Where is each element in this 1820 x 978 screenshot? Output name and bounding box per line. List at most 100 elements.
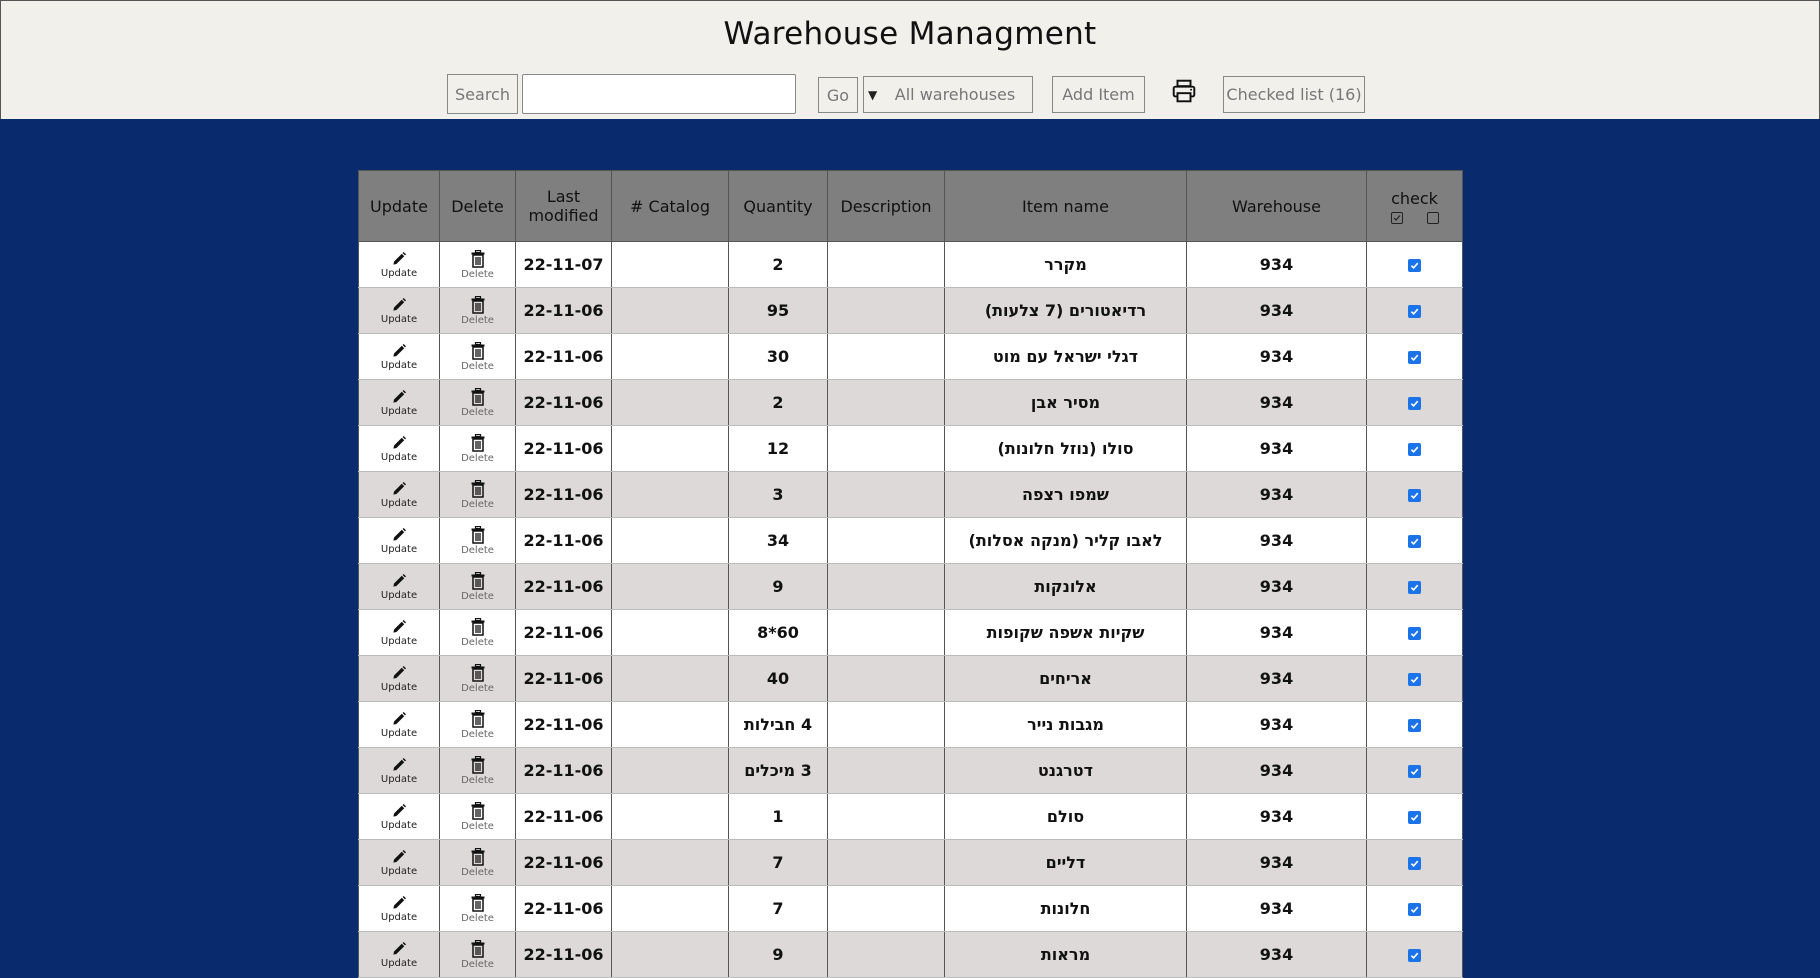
update-button[interactable]: Update: [359, 343, 439, 371]
warehouse-cell: 934: [1186, 609, 1367, 656]
uncheck-all-checkbox[interactable]: [1426, 211, 1439, 224]
row-checkbox[interactable]: [1408, 857, 1421, 870]
pencil-icon: [390, 849, 408, 865]
delete-button[interactable]: Delete: [440, 525, 515, 556]
delete-button[interactable]: Delete: [440, 709, 515, 740]
row-checkbox[interactable]: [1408, 397, 1421, 410]
update-button[interactable]: Update: [359, 435, 439, 463]
pencil-icon: [390, 665, 408, 681]
row-checkbox[interactable]: [1408, 627, 1421, 640]
search-button[interactable]: Search: [447, 74, 518, 114]
trash-icon: [470, 709, 486, 728]
trash-icon: [470, 801, 486, 820]
update-button[interactable]: Update: [359, 481, 439, 509]
row-checkbox[interactable]: [1408, 949, 1421, 962]
description-cell: [827, 241, 945, 288]
delete-button[interactable]: Delete: [440, 387, 515, 418]
update-button[interactable]: Update: [359, 711, 439, 739]
update-button[interactable]: Update: [359, 251, 439, 279]
printer-icon[interactable]: [1171, 78, 1197, 104]
last-modified-cell: 22-11-06: [515, 563, 612, 610]
item-name-cell: מגבות נייר: [944, 701, 1187, 748]
delete-button[interactable]: Delete: [440, 939, 515, 970]
table-row: Update Delete 22-11-07 2 מקרר 934: [358, 241, 1463, 288]
update-label: Update: [380, 819, 418, 831]
row-checkbox[interactable]: [1408, 581, 1421, 594]
delete-label: Delete: [461, 314, 494, 326]
check-cell: [1366, 931, 1463, 978]
item-name-cell: מראות: [944, 931, 1187, 978]
add-item-button[interactable]: Add Item: [1052, 76, 1145, 113]
update-label: Update: [380, 865, 418, 877]
update-cell: Update: [358, 241, 440, 288]
pencil-icon: [390, 573, 408, 589]
row-checkbox[interactable]: [1408, 489, 1421, 502]
delete-button[interactable]: Delete: [440, 433, 515, 464]
row-checkbox[interactable]: [1408, 443, 1421, 456]
item-name-cell: חלונות: [944, 885, 1187, 932]
delete-button[interactable]: Delete: [440, 617, 515, 648]
row-checkbox[interactable]: [1408, 259, 1421, 272]
delete-button[interactable]: Delete: [440, 571, 515, 602]
checked-list-button[interactable]: Checked list (16): [1223, 76, 1365, 113]
check-cell: [1366, 747, 1463, 794]
delete-button[interactable]: Delete: [440, 755, 515, 786]
update-button[interactable]: Update: [359, 803, 439, 831]
row-checkbox[interactable]: [1408, 305, 1421, 318]
check-all-checkbox[interactable]: [1390, 211, 1403, 224]
update-button[interactable]: Update: [359, 389, 439, 417]
delete-label: Delete: [461, 452, 494, 464]
delete-cell: Delete: [439, 655, 516, 702]
delete-cell: Delete: [439, 379, 516, 426]
delete-button[interactable]: Delete: [440, 249, 515, 280]
pencil-icon: [390, 895, 408, 911]
update-cell: Update: [358, 563, 440, 610]
go-button[interactable]: Go: [818, 77, 858, 113]
row-checkbox[interactable]: [1408, 765, 1421, 778]
title-bar: Warehouse Managment: [0, 0, 1820, 69]
update-button[interactable]: Update: [359, 573, 439, 601]
update-button[interactable]: Update: [359, 941, 439, 969]
delete-button[interactable]: Delete: [440, 479, 515, 510]
quantity-cell: 2: [728, 379, 828, 426]
row-checkbox[interactable]: [1408, 535, 1421, 548]
item-name-cell: רדיאטורים (7 צלעות): [944, 287, 1187, 334]
update-button[interactable]: Update: [359, 665, 439, 693]
col-header-quantity: Quantity: [728, 170, 828, 242]
delete-button[interactable]: Delete: [440, 663, 515, 694]
update-cell: Update: [358, 517, 440, 564]
check-cell: [1366, 241, 1463, 288]
warehouse-select[interactable]: ▼ All warehouses: [863, 76, 1033, 113]
trash-icon: [470, 893, 486, 912]
row-checkbox[interactable]: [1408, 811, 1421, 824]
row-checkbox[interactable]: [1408, 903, 1421, 916]
description-cell: [827, 931, 945, 978]
update-button[interactable]: Update: [359, 849, 439, 877]
catalog-cell: [611, 425, 729, 472]
update-label: Update: [380, 267, 418, 279]
update-button[interactable]: Update: [359, 757, 439, 785]
warehouse-cell: 934: [1186, 563, 1367, 610]
warehouse-cell: 934: [1186, 425, 1367, 472]
check-cell: [1366, 379, 1463, 426]
search-input[interactable]: [522, 74, 796, 114]
delete-button[interactable]: Delete: [440, 801, 515, 832]
row-checkbox[interactable]: [1408, 719, 1421, 732]
table-row: Update Delete 22-11-06 2 מסיר אבן 934: [358, 379, 1463, 426]
delete-button[interactable]: Delete: [440, 847, 515, 878]
row-checkbox[interactable]: [1408, 673, 1421, 686]
update-label: Update: [380, 681, 418, 693]
update-button[interactable]: Update: [359, 527, 439, 555]
delete-button[interactable]: Delete: [440, 341, 515, 372]
update-button[interactable]: Update: [359, 895, 439, 923]
update-button[interactable]: Update: [359, 619, 439, 647]
delete-button[interactable]: Delete: [440, 893, 515, 924]
delete-button[interactable]: Delete: [440, 295, 515, 326]
col-header-catalog: # Catalog: [611, 170, 729, 242]
update-button[interactable]: Update: [359, 297, 439, 325]
item-name-cell: אריחים: [944, 655, 1187, 702]
table-row: Update Delete 22-11-06 34 לאבו קליר (מנקה אס…: [358, 517, 1463, 564]
row-checkbox[interactable]: [1408, 351, 1421, 364]
item-name-cell: מסיר אבן: [944, 379, 1187, 426]
table-row: Update Delete 22-11-06 9 אלונקות 934: [358, 563, 1463, 610]
